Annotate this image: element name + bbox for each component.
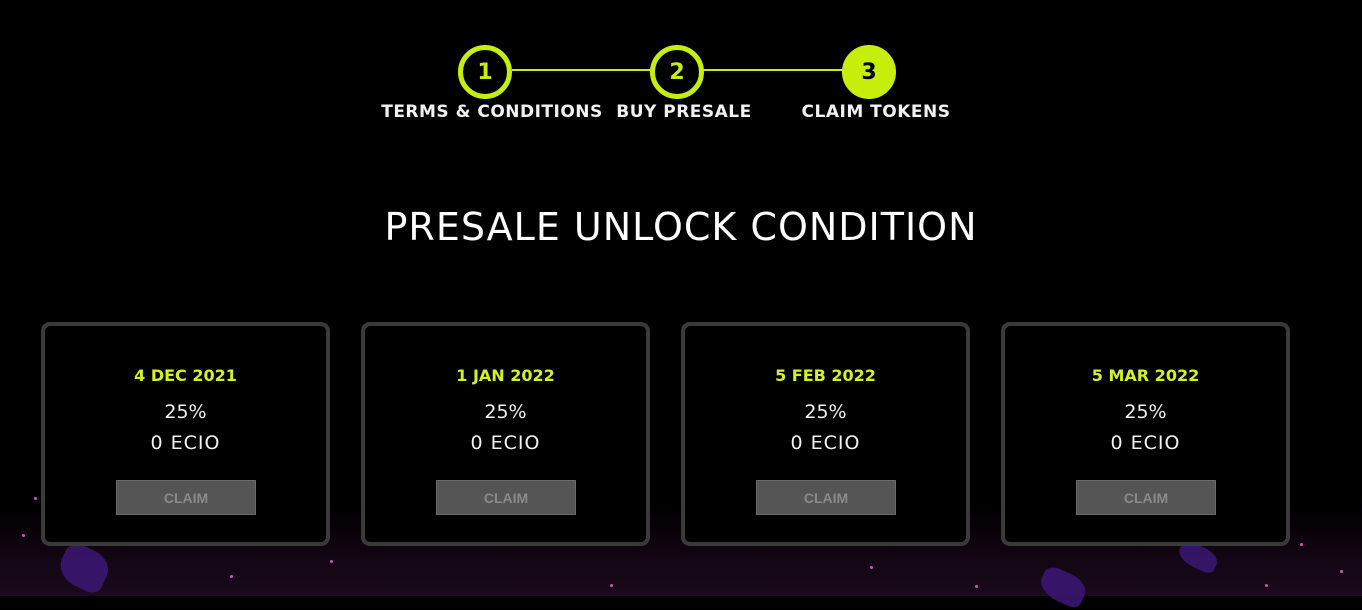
- unlock-card: 5 FEB 2022 25% 0 ECIO CLAIM: [681, 322, 970, 546]
- step-3-number: 3: [861, 59, 877, 85]
- decorative-particle: [975, 585, 978, 588]
- step-3-circle: 3: [842, 45, 896, 99]
- step-3-label: CLAIM TOKENS: [801, 102, 951, 122]
- decorative-particle: [230, 575, 233, 578]
- claim-button[interactable]: CLAIM: [436, 480, 576, 515]
- step-2-circle: 2: [650, 45, 704, 99]
- decorative-rock: [1035, 563, 1091, 610]
- unlock-amount: 0 ECIO: [1110, 432, 1181, 454]
- decorative-particle: [610, 584, 613, 587]
- step-1-number: 1: [477, 59, 493, 85]
- unlock-percent: 25%: [1124, 401, 1167, 423]
- unlock-amount: 0 ECIO: [790, 432, 861, 454]
- decorative-particle: [34, 497, 37, 500]
- decorative-particle: [1340, 570, 1343, 573]
- unlock-card: 1 JAN 2022 25% 0 ECIO CLAIM: [361, 322, 650, 546]
- unlock-card: 4 DEC 2021 25% 0 ECIO CLAIM: [41, 322, 330, 546]
- unlock-amount: 0 ECIO: [470, 432, 541, 454]
- claim-button[interactable]: CLAIM: [116, 480, 256, 515]
- unlock-amount: 0 ECIO: [150, 432, 221, 454]
- step-connector-1-2: [512, 69, 652, 71]
- claim-button[interactable]: CLAIM: [1076, 480, 1216, 515]
- unlock-percent: 25%: [484, 401, 527, 423]
- page-title: PRESALE UNLOCK CONDITION: [384, 205, 978, 249]
- decorative-particle: [22, 534, 25, 537]
- decorative-particle: [1300, 543, 1303, 546]
- unlock-date: 5 FEB 2022: [775, 366, 876, 385]
- step-2-label: BUY PRESALE: [616, 102, 752, 122]
- decorative-particle: [870, 566, 873, 569]
- decorative-particle: [330, 560, 333, 563]
- claim-button[interactable]: CLAIM: [756, 480, 896, 515]
- decorative-particle: [1265, 584, 1268, 587]
- progress-stepper: 1 2 3 TERMS & CONDITIONS BUY PRESALE CLA…: [0, 0, 1362, 140]
- unlock-date: 5 MAR 2022: [1091, 366, 1200, 385]
- unlock-percent: 25%: [804, 401, 847, 423]
- decorative-rock: [53, 539, 115, 597]
- step-connector-2-3: [703, 69, 844, 71]
- unlock-date: 1 JAN 2022: [456, 366, 555, 385]
- step-1-label: TERMS & CONDITIONS: [381, 102, 603, 122]
- step-2-number: 2: [669, 59, 685, 85]
- step-1-circle: 1: [458, 45, 512, 99]
- unlock-card: 5 MAR 2022 25% 0 ECIO CLAIM: [1001, 322, 1290, 546]
- unlock-date: 4 DEC 2021: [134, 366, 237, 385]
- unlock-percent: 25%: [164, 401, 207, 423]
